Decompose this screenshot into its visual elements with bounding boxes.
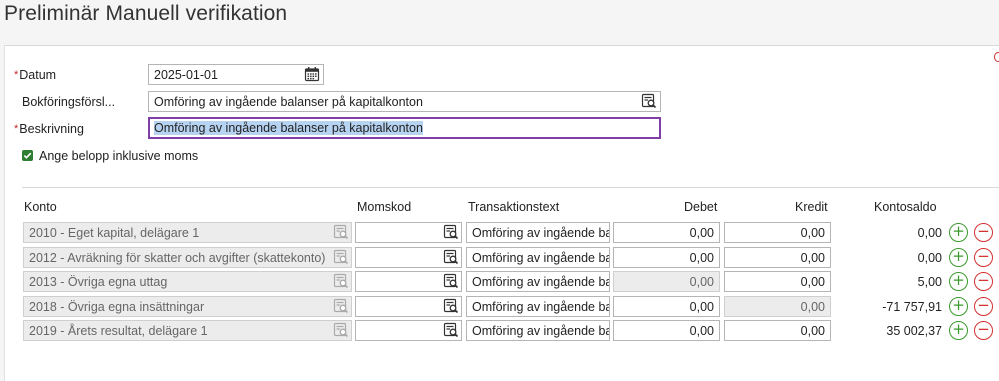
- col-header-konto: Konto: [24, 200, 57, 214]
- account-field[interactable]: 2012 - Avräkning för skatter och avgifte…: [23, 246, 352, 268]
- date-label: *Datum: [14, 68, 57, 82]
- debit-field[interactable]: 0,00: [613, 222, 720, 243]
- remove-row-button[interactable]: −: [974, 296, 993, 316]
- vat-code-lookup-icon[interactable]: [443, 322, 459, 338]
- account-lookup-icon[interactable]: [333, 298, 349, 314]
- account-field[interactable]: 2018 - Övriga egna insättningar: [23, 295, 352, 317]
- account-balance: 0,00: [917, 250, 942, 265]
- incl-vat-checkbox[interactable]: [22, 150, 33, 161]
- remove-row-button[interactable]: −: [974, 223, 993, 242]
- transaction-text-field[interactable]: Omföring av ingående ba: [466, 246, 610, 268]
- account-balance: -71 757,91: [882, 299, 942, 314]
- transaction-text-field[interactable]: Omföring av ingående ba: [466, 320, 610, 341]
- account-balance: 0,00: [917, 226, 942, 240]
- vat-code-lookup-icon[interactable]: [443, 298, 459, 314]
- proposal-label: Bokföringsförsl...: [22, 95, 116, 109]
- col-header-transaktionstext: Transaktionstext: [468, 200, 560, 214]
- debit-field[interactable]: 0,00: [613, 271, 720, 292]
- credit-field[interactable]: 0,00: [724, 320, 831, 341]
- debit-field[interactable]: 0,00: [613, 295, 720, 317]
- debit-field[interactable]: 0,00: [613, 320, 720, 341]
- account-lookup-icon[interactable]: [333, 224, 349, 240]
- col-header-kontosaldo: Kontosaldo: [874, 200, 937, 214]
- page-title: Preliminär Manuell verifikation: [4, 2, 288, 25]
- col-header-kredit: Kredit: [795, 200, 828, 214]
- calendar-icon[interactable]: [304, 66, 320, 82]
- vat-code-lookup-icon[interactable]: [443, 224, 459, 240]
- divider: [22, 187, 999, 188]
- account-balance: 5,00: [917, 275, 942, 289]
- date-field[interactable]: 2025-01-01: [148, 64, 324, 85]
- vat-code-lookup-icon[interactable]: [443, 249, 459, 265]
- description-field[interactable]: Omföring av ingående balanser på kapital…: [148, 117, 661, 139]
- account-field[interactable]: 2010 - Eget kapital, delägare 1: [23, 222, 352, 243]
- required-marker: *: [14, 69, 19, 81]
- check-icon: [23, 152, 32, 159]
- remove-row-button[interactable]: −: [974, 321, 993, 340]
- lookup-icon[interactable]: [641, 93, 657, 109]
- transaction-text-field[interactable]: Omföring av ingående ba: [466, 271, 610, 292]
- required-marker: *: [14, 123, 19, 135]
- debit-field[interactable]: 0,00: [613, 246, 720, 268]
- account-lookup-icon[interactable]: [333, 249, 349, 265]
- add-row-button[interactable]: +: [949, 272, 968, 291]
- credit-field[interactable]: 0,00: [724, 222, 831, 243]
- transaction-text-field[interactable]: Omföring av ingående ba: [466, 295, 610, 317]
- incl-vat-label: Ange belopp inklusive moms: [39, 149, 199, 163]
- account-field[interactable]: 2013 - Övriga egna uttag: [23, 271, 352, 292]
- credit-field[interactable]: 0,00: [724, 246, 831, 268]
- vat-code-lookup-icon[interactable]: [443, 273, 459, 289]
- account-balance: 35 002,37: [886, 324, 942, 338]
- col-header-momskod: Momskod: [357, 200, 412, 214]
- close-icon[interactable]: [994, 52, 999, 62]
- col-header-debet: Debet: [684, 200, 718, 214]
- proposal-field[interactable]: Omföring av ingående balanser på kapital…: [148, 91, 661, 112]
- add-row-button[interactable]: +: [949, 247, 968, 267]
- transaction-text-field[interactable]: Omföring av ingående ba: [466, 222, 610, 243]
- account-lookup-icon[interactable]: [333, 273, 349, 289]
- add-row-button[interactable]: +: [949, 223, 968, 242]
- account-field[interactable]: 2019 - Årets resultat, delägare 1: [23, 320, 352, 341]
- credit-field[interactable]: 0,00: [724, 295, 831, 317]
- add-row-button[interactable]: +: [949, 321, 968, 340]
- credit-field[interactable]: 0,00: [724, 271, 831, 292]
- add-row-button[interactable]: +: [949, 296, 968, 316]
- remove-row-button[interactable]: −: [974, 247, 993, 267]
- description-selected-text: Omföring av ingående balanser på kapital…: [154, 121, 423, 135]
- description-label: *Beskrivning: [14, 122, 84, 136]
- account-lookup-icon[interactable]: [333, 322, 349, 338]
- remove-row-button[interactable]: −: [974, 272, 993, 291]
